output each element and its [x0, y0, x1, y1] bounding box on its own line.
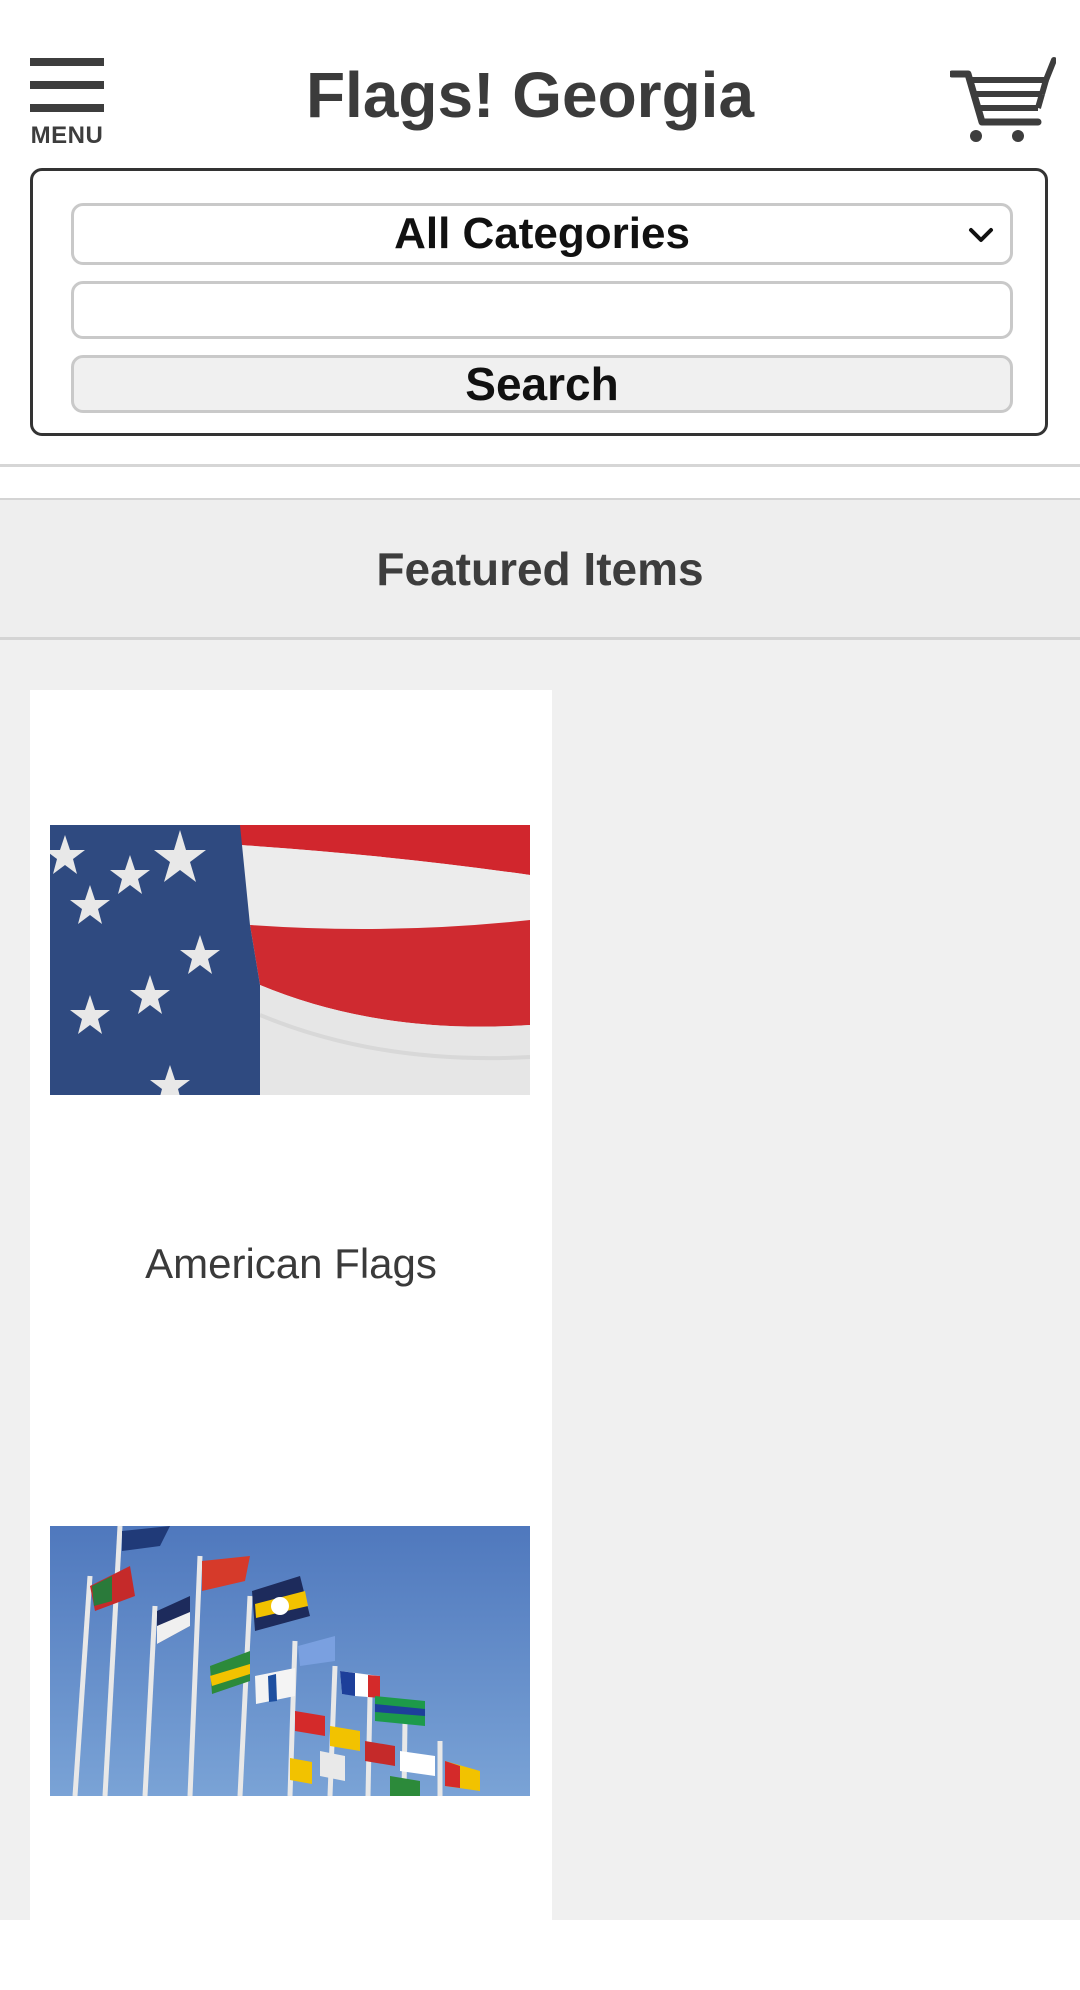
featured-header: Featured Items	[0, 498, 1080, 640]
international-flags-image[interactable]	[50, 1526, 530, 1796]
header-divider	[0, 464, 1080, 467]
hamburger-icon	[30, 58, 104, 66]
featured-title: Featured Items	[376, 543, 704, 595]
shopping-cart-icon	[948, 57, 1057, 142]
american-flag-image[interactable]	[50, 825, 530, 1095]
search-button[interactable]: Search	[71, 355, 1013, 413]
product-label[interactable]: American Flags	[30, 1240, 552, 1288]
hamburger-icon-bar	[30, 104, 104, 112]
category-dropdown[interactable]: All Categories	[71, 203, 1013, 265]
hamburger-icon-bar	[30, 81, 104, 89]
cart-button[interactable]	[948, 56, 1057, 146]
search-input[interactable]	[71, 281, 1013, 339]
menu-label: MENU	[30, 122, 104, 149]
category-selected-value: All Categories	[394, 209, 690, 258]
product-card[interactable]: American Flags	[30, 690, 552, 1990]
featured-items-area: American Flags	[0, 640, 1080, 1990]
site-header: MENU Flags! Georgia	[0, 0, 1080, 160]
chevron-down-icon	[969, 228, 993, 242]
search-panel: All Categories Search	[30, 168, 1048, 436]
menu-button[interactable]: MENU	[30, 58, 104, 150]
site-title[interactable]: Flags! Georgia	[180, 58, 880, 132]
